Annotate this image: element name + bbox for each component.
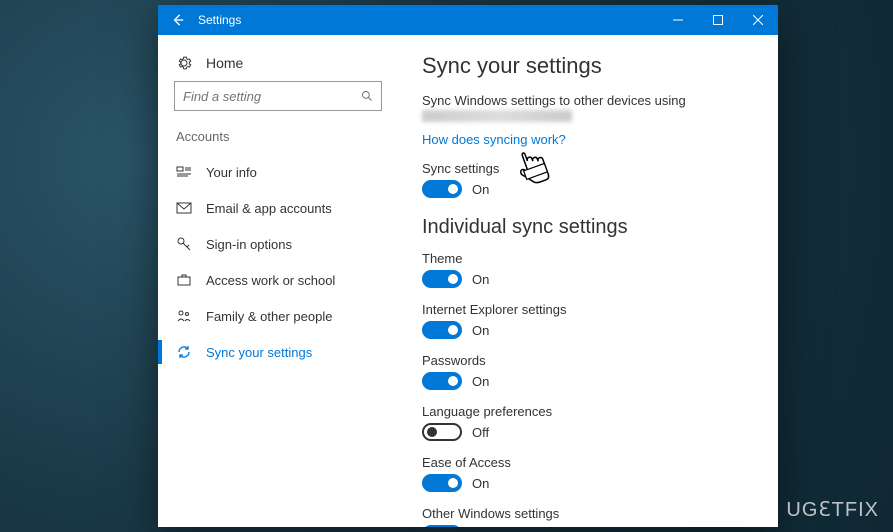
sync-settings-label: Sync settings (422, 161, 754, 176)
sidebar-item-label: Your info (206, 165, 257, 180)
theme-toggle[interactable] (422, 270, 462, 288)
settings-window: Settings Home Accounts Your info (158, 5, 778, 527)
people-icon (176, 308, 192, 324)
sidebar-item-work-school[interactable]: Access work or school (158, 262, 398, 298)
ie-state: On (472, 323, 489, 338)
titlebar: Settings (158, 5, 778, 35)
back-button[interactable] (158, 5, 198, 35)
person-card-icon (176, 164, 192, 180)
home-label: Home (206, 55, 243, 71)
sidebar-item-sync[interactable]: Sync your settings (158, 334, 398, 370)
sidebar-item-label: Email & app accounts (206, 201, 332, 216)
passwords-label: Passwords (422, 353, 754, 368)
language-label: Language preferences (422, 404, 754, 419)
close-button[interactable] (738, 5, 778, 35)
individual-heading: Individual sync settings (422, 216, 754, 239)
sidebar-item-signin[interactable]: Sign-in options (158, 226, 398, 262)
theme-block: Theme On (422, 251, 754, 288)
sidebar-item-family[interactable]: Family & other people (158, 298, 398, 334)
briefcase-icon (176, 272, 192, 288)
window-title: Settings (198, 13, 658, 27)
language-block: Language preferences Off (422, 404, 754, 441)
sidebar-item-label: Sync your settings (206, 345, 312, 360)
ie-block: Internet Explorer settings On (422, 302, 754, 339)
maximize-icon (713, 15, 723, 25)
sync-settings-toggle[interactable] (422, 180, 462, 198)
minimize-button[interactable] (658, 5, 698, 35)
ie-label: Internet Explorer settings (422, 302, 754, 317)
ie-toggle[interactable] (422, 321, 462, 339)
key-icon (176, 236, 192, 252)
account-email-blurred (422, 110, 572, 122)
sync-icon (176, 344, 192, 360)
sync-settings-state: On (472, 182, 489, 197)
close-icon (753, 15, 763, 25)
mail-icon (176, 200, 192, 216)
sidebar: Home Accounts Your info Email & app acco… (158, 35, 398, 527)
sync-settings-block: Sync settings On (422, 161, 754, 198)
minimize-icon (673, 15, 683, 25)
page-heading: Sync your settings (422, 53, 754, 79)
arrow-left-icon (171, 13, 185, 27)
language-state: Off (472, 425, 489, 440)
theme-state: On (472, 272, 489, 287)
home-button[interactable]: Home (158, 49, 398, 81)
theme-label: Theme (422, 251, 754, 266)
passwords-state: On (472, 374, 489, 389)
maximize-button[interactable] (698, 5, 738, 35)
search-input[interactable] (183, 89, 361, 104)
sidebar-item-email[interactable]: Email & app accounts (158, 190, 398, 226)
sidebar-item-label: Sign-in options (206, 237, 292, 252)
gear-icon (176, 55, 192, 71)
other-label: Other Windows settings (422, 506, 754, 521)
main-content: Sync your settings Sync Windows settings… (398, 35, 778, 527)
language-toggle[interactable] (422, 423, 462, 441)
other-state: On (472, 527, 489, 528)
search-icon (361, 89, 373, 103)
sidebar-item-label: Family & other people (206, 309, 332, 324)
ease-state: On (472, 476, 489, 491)
watermark: UGℇTFIX (786, 497, 879, 522)
sidebar-item-your-info[interactable]: Your info (158, 154, 398, 190)
other-toggle[interactable] (422, 525, 462, 527)
ease-block: Ease of Access On (422, 455, 754, 492)
sidebar-item-label: Access work or school (206, 273, 335, 288)
other-block: Other Windows settings On (422, 506, 754, 527)
passwords-block: Passwords On (422, 353, 754, 390)
how-syncing-works-link[interactable]: How does syncing work? (422, 132, 566, 147)
category-label: Accounts (158, 125, 398, 154)
sync-description: Sync Windows settings to other devices u… (422, 93, 754, 108)
passwords-toggle[interactable] (422, 372, 462, 390)
search-box[interactable] (174, 81, 382, 111)
ease-toggle[interactable] (422, 474, 462, 492)
ease-label: Ease of Access (422, 455, 754, 470)
